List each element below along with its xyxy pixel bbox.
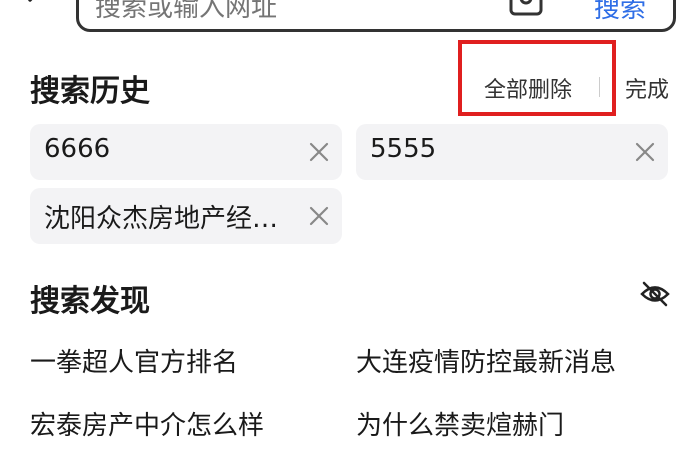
discover-item[interactable]: 为什么禁卖煊赫门	[356, 405, 564, 442]
close-icon[interactable]	[634, 141, 656, 163]
history-chip-label: 6666	[44, 134, 111, 164]
history-chip[interactable]: 6666	[30, 124, 342, 180]
search-button[interactable]: 搜索	[594, 0, 646, 25]
discover-title: 搜索发现	[30, 284, 150, 319]
history-chip-label: 5555	[370, 134, 437, 164]
camera-icon[interactable]	[508, 0, 544, 18]
delete-all-button[interactable]: 全部删除	[484, 72, 572, 104]
back-icon[interactable]	[18, 0, 62, 22]
discover-item[interactable]: 大连疫情防控最新消息	[356, 342, 616, 379]
history-chip[interactable]: 5555	[356, 124, 668, 180]
eye-off-icon[interactable]	[640, 281, 670, 307]
close-icon[interactable]	[308, 205, 330, 227]
history-title: 搜索历史	[30, 74, 150, 109]
search-box[interactable]	[76, 0, 676, 32]
done-button[interactable]: 完成	[625, 72, 669, 104]
history-chip[interactable]: 沈阳众杰房地产经…	[30, 188, 342, 244]
history-chip-label: 沈阳众杰房地产经…	[44, 204, 279, 234]
discover-item[interactable]: 一拳超人官方排名	[30, 342, 238, 379]
divider	[599, 77, 600, 97]
search-input[interactable]	[95, 0, 495, 23]
close-icon[interactable]	[308, 141, 330, 163]
discover-item[interactable]: 宏泰房产中介怎么样	[30, 405, 264, 442]
